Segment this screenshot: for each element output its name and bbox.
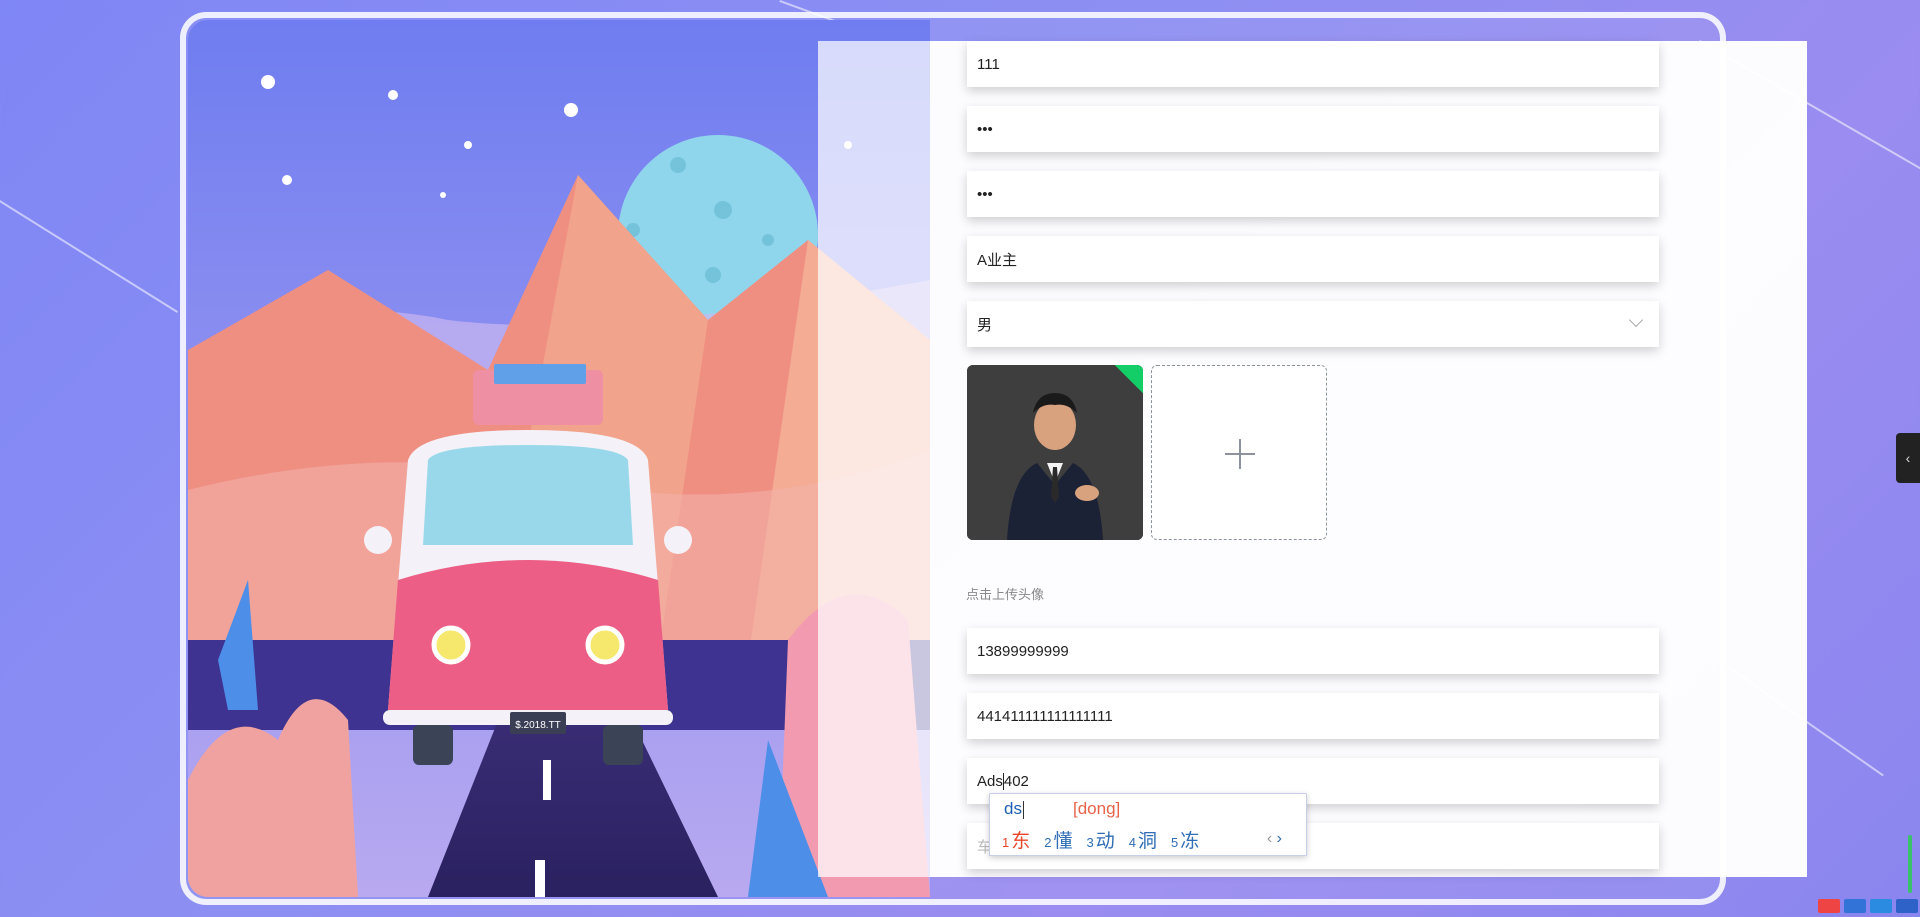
confirm-password-value: ••• bbox=[977, 185, 993, 203]
username-value: 111 bbox=[977, 55, 1000, 73]
ime-candidate[interactable]: 4洞 bbox=[1129, 826, 1157, 853]
ime-page-arrows: ‹ › bbox=[1267, 830, 1282, 848]
id-number-input[interactable]: 441411111111111111 bbox=[967, 693, 1659, 739]
ime-candidate[interactable]: 1东 bbox=[1002, 826, 1030, 853]
phone-value: 13899999999 bbox=[977, 642, 1069, 660]
ime-candidate[interactable]: 3动 bbox=[1087, 826, 1115, 853]
ime-candidate[interactable]: 2懂 bbox=[1044, 826, 1072, 853]
scrollbar-indicator[interactable] bbox=[1908, 835, 1912, 893]
tray-icon[interactable] bbox=[1844, 899, 1866, 913]
tray-icon[interactable] bbox=[1818, 899, 1840, 913]
ime-candidate[interactable]: 5冻 bbox=[1171, 826, 1199, 853]
role-value: A业主 bbox=[977, 251, 1018, 269]
ime-candidates: 1东 2懂 3动 4洞 5冻 bbox=[1002, 826, 1199, 853]
side-collapse-tab[interactable]: ‹ bbox=[1896, 433, 1920, 483]
address-value-after: 402 bbox=[1003, 772, 1029, 790]
address-value-before: Ads bbox=[977, 772, 1003, 790]
id-number-value: 441411111111111111 bbox=[977, 707, 1113, 725]
gender-value: 男 bbox=[977, 316, 993, 334]
ime-prev-icon[interactable]: ‹ bbox=[1267, 830, 1272, 847]
avatar-preview[interactable] bbox=[967, 365, 1143, 540]
system-tray-icons bbox=[1818, 899, 1920, 917]
username-input[interactable]: 111 bbox=[967, 41, 1659, 87]
chevron-left-icon: ‹ bbox=[1905, 450, 1911, 466]
plus-icon bbox=[1239, 439, 1241, 469]
tray-icon[interactable] bbox=[1870, 899, 1892, 913]
role-input[interactable]: A业主 bbox=[967, 236, 1659, 282]
ime-next-icon[interactable]: › bbox=[1277, 830, 1282, 847]
svg-text:$.2018.TT: $.2018.TT bbox=[515, 720, 561, 731]
ime-pinyin: [dong] bbox=[1073, 799, 1121, 818]
confirm-password-input[interactable]: ••• bbox=[967, 171, 1659, 217]
password-input[interactable]: ••• bbox=[967, 106, 1659, 152]
gender-select[interactable]: 男 bbox=[967, 301, 1659, 347]
phone-input[interactable]: 13899999999 bbox=[967, 628, 1659, 674]
chevron-down-icon bbox=[1628, 312, 1644, 328]
password-value: ••• bbox=[977, 120, 993, 138]
avatar-upload-button[interactable] bbox=[1151, 365, 1327, 540]
ime-composition: ds bbox=[1004, 799, 1024, 819]
bg-line bbox=[0, 200, 179, 313]
avatar-person-image bbox=[967, 365, 1143, 540]
upload-hint: 点击上传头像 bbox=[966, 587, 1045, 602]
tray-icon[interactable] bbox=[1896, 899, 1918, 913]
ime-candidate-window: ds [dong] 1东 2懂 3动 4洞 5冻 ‹ › bbox=[989, 793, 1307, 856]
